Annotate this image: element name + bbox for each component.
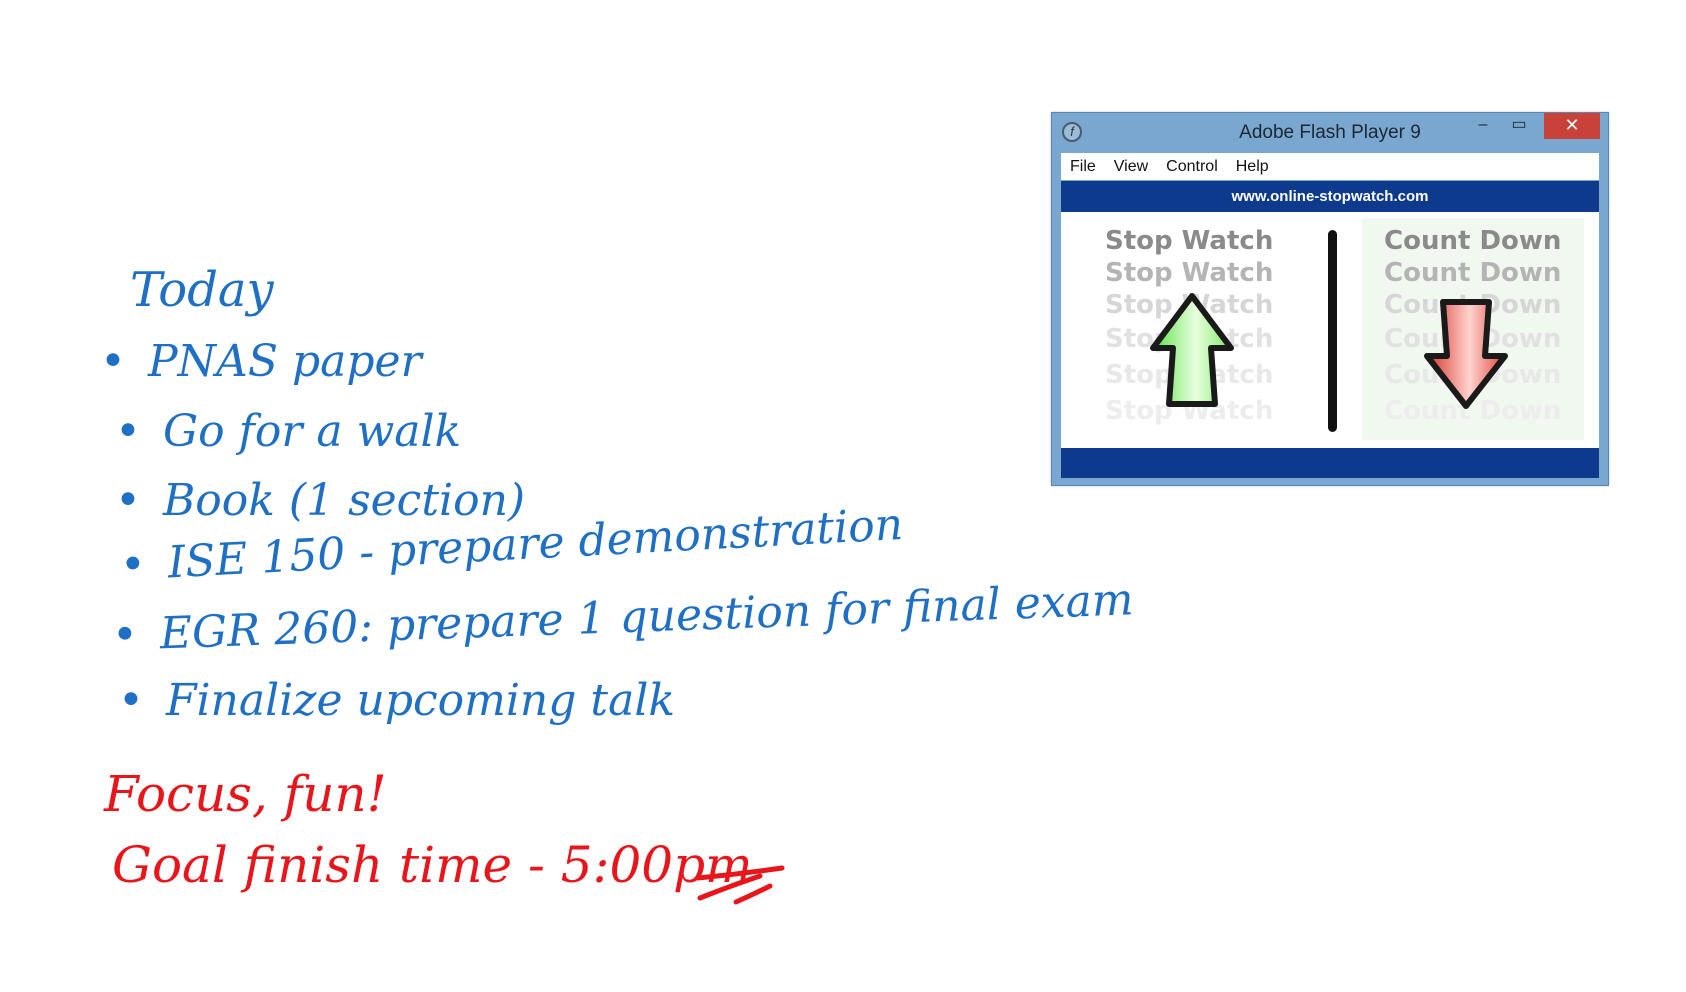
flash-player-window: f Adobe Flash Player 9 – ▭ ✕ File View C…	[1051, 112, 1609, 486]
note-text: EGR 260: prepare 1 question for final ex…	[159, 574, 1135, 660]
note-item: • PNAS paper	[100, 336, 422, 387]
note-item: • Book (1 section)	[115, 475, 525, 526]
title-bar[interactable]: f Adobe Flash Player 9 – ▭ ✕	[1052, 113, 1608, 151]
menu-file[interactable]: File	[1070, 158, 1096, 176]
bullet-icon: •	[118, 538, 148, 591]
menu-help[interactable]: Help	[1236, 158, 1269, 176]
minimize-button[interactable]: –	[1468, 113, 1498, 139]
note-text: Book (1 section)	[162, 475, 526, 526]
note-item: • Go for a walk	[115, 406, 461, 457]
menu-view[interactable]: View	[1114, 158, 1148, 176]
maximize-button[interactable]: ▭	[1504, 113, 1534, 139]
bullet-icon: •	[115, 475, 141, 526]
mode-divider	[1328, 230, 1337, 432]
note-text: Finalize upcoming talk	[165, 675, 676, 726]
green-up-arrow-icon[interactable]	[1149, 292, 1235, 410]
menu-control[interactable]: Control	[1166, 158, 1218, 176]
site-url-banner[interactable]: www.online-stopwatch.com	[1061, 181, 1599, 212]
countdown-label-echo: Count Down	[1384, 258, 1562, 288]
notes-title: Today	[130, 262, 274, 318]
note-text: Go for a walk	[162, 406, 462, 457]
close-button[interactable]: ✕	[1544, 113, 1600, 139]
underline-scribble	[695, 865, 785, 905]
note-item: • EGR 260: prepare 1 question for final e…	[111, 574, 1134, 661]
countdown-label[interactable]: Count Down	[1384, 226, 1561, 256]
note-item: • Finalize upcoming talk	[118, 675, 675, 726]
flash-content: Stop Watch Stop Watch Stop Watch Stop Wa…	[1061, 212, 1599, 448]
note-text: PNAS paper	[147, 336, 422, 387]
bullet-icon: •	[111, 609, 139, 661]
bottom-banner	[1061, 448, 1599, 478]
menu-bar: File View Control Help	[1061, 153, 1599, 180]
closing-line-goal: Goal finish time - 5:00pm	[112, 836, 753, 894]
stopwatch-label-echo: Stop Watch	[1105, 258, 1274, 288]
bullet-icon: •	[118, 675, 144, 726]
red-down-arrow-icon[interactable]	[1423, 298, 1509, 410]
closing-line-focus: Focus, fun!	[104, 765, 387, 823]
bullet-icon: •	[100, 336, 126, 387]
stopwatch-label[interactable]: Stop Watch	[1105, 226, 1273, 256]
bullet-icon: •	[115, 406, 141, 457]
